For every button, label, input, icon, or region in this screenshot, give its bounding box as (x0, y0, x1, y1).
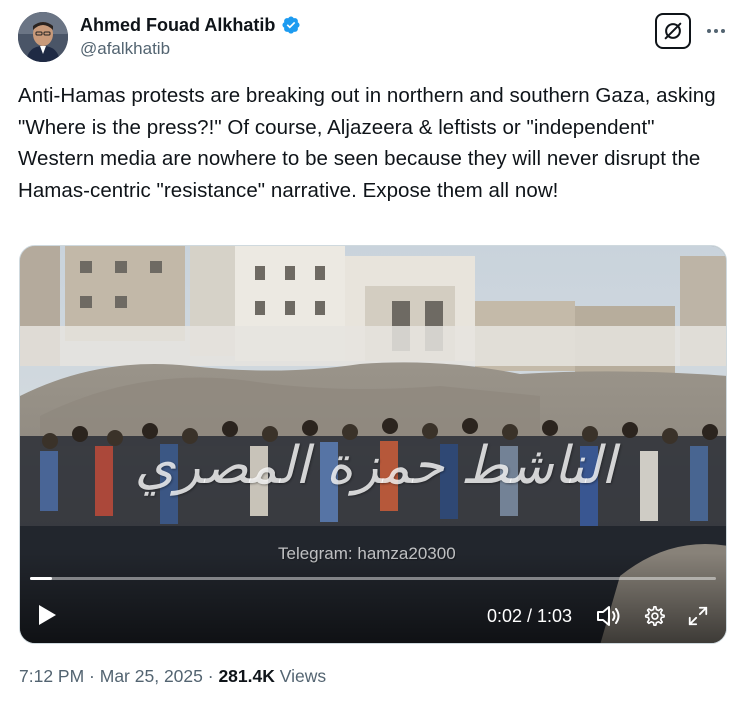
more-dots-icon (707, 29, 725, 33)
meta-separator: · (84, 666, 100, 686)
grok-button[interactable] (655, 13, 691, 49)
settings-gear-icon (644, 606, 665, 626)
fullscreen-button[interactable] (685, 603, 711, 629)
grok-icon (664, 22, 682, 40)
verified-badge-icon (281, 15, 301, 35)
video-time: 0:02 / 1:03 (487, 606, 573, 626)
progress-fill (30, 577, 52, 580)
tweet-meta: 7:12 PM · Mar 25, 2025 · 281.4K Views (19, 666, 326, 687)
controls-gradient (20, 553, 726, 643)
views-count: 281.4K (218, 666, 275, 686)
views-label: Views (274, 666, 327, 686)
tweet-date-link[interactable]: Mar 25, 2025 (100, 666, 203, 686)
avatar-image (18, 12, 68, 62)
tweet-time-link[interactable]: 7:12 PM (19, 666, 84, 686)
fullscreen-icon (688, 606, 708, 626)
volume-icon (597, 606, 620, 626)
volume-button[interactable] (595, 603, 623, 629)
play-button[interactable] (34, 602, 60, 628)
more-options-button[interactable] (700, 16, 732, 46)
video-watermark: الناشط حمزة المصري (134, 436, 616, 496)
tweet-text: Anti-Hamas protests are breaking out in … (18, 84, 716, 202)
avatar[interactable] (18, 12, 68, 62)
author-name[interactable]: Ahmed Fouad Alkhatib (80, 15, 275, 36)
settings-button[interactable] (641, 603, 667, 629)
play-icon (39, 605, 56, 625)
author-handle[interactable]: @afalkhatib (80, 39, 301, 59)
tweet-card: Ahmed Fouad Alkhatib @afalkhatib Anti-Ha… (0, 0, 750, 706)
meta-separator: · (202, 666, 219, 686)
progress-bar[interactable] (30, 577, 716, 580)
author-block: Ahmed Fouad Alkhatib @afalkhatib (80, 14, 301, 59)
video-player[interactable]: الناشط حمزة المصري Telegram: hamza20300 … (19, 245, 727, 644)
